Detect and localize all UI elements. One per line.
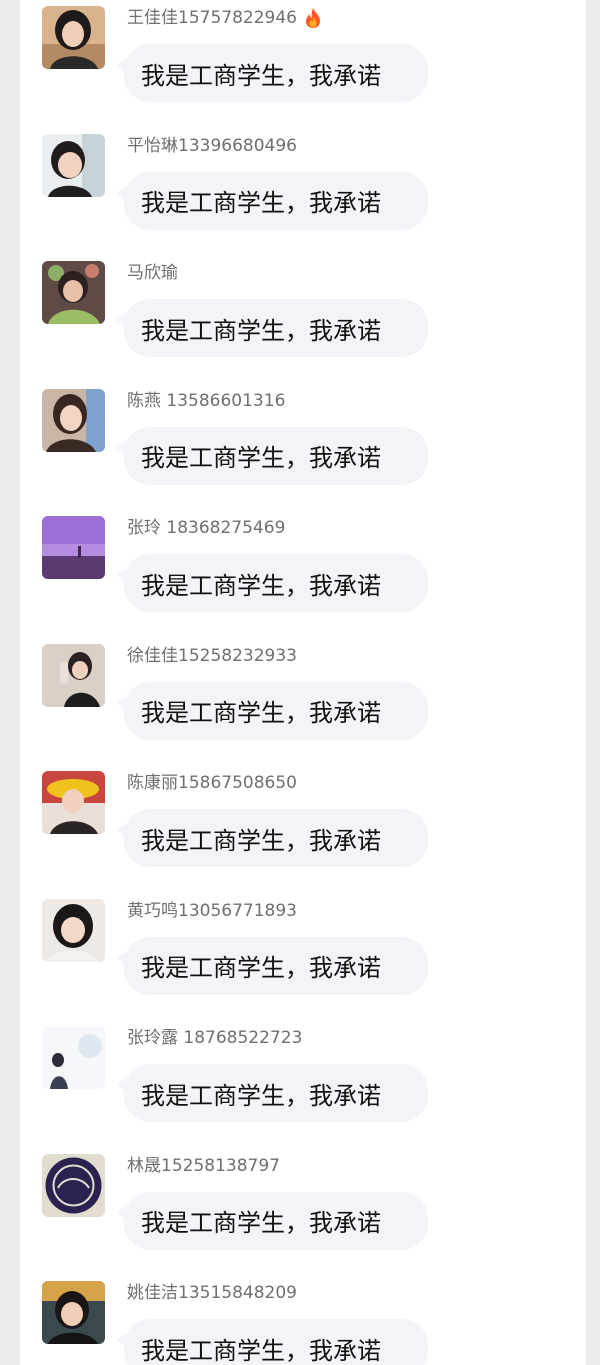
message-bubble[interactable]: 我是工商学生，我承诺 <box>117 681 428 740</box>
message-row: 马欣瑜 我是工商学生，我承诺 <box>20 255 586 383</box>
message-bubble[interactable]: 我是工商学生，我承诺 <box>117 426 428 485</box>
avatar[interactable] <box>42 1281 105 1344</box>
chat-panel: 王佳佳15757822946 我是工商学生，我承诺 平怡琳13396680496… <box>20 0 586 1365</box>
avatar-photo-icon <box>42 261 105 324</box>
sender-name: 林晟15258138797 <box>127 1155 280 1177</box>
message-row: 姚佳洁13515848209 我是工商学生，我承诺 <box>20 1275 586 1365</box>
avatar-photo-icon <box>42 643 105 707</box>
avatar[interactable] <box>42 771 105 834</box>
sender-name: 姚佳洁13515848209 <box>127 1282 297 1304</box>
message-row: 张玲 18368275469 我是工商学生，我承诺 <box>20 510 586 638</box>
avatar-photo-icon <box>42 898 105 962</box>
sender-name: 黄巧鸣13056771893 <box>127 900 297 922</box>
avatar-photo-icon <box>42 771 105 834</box>
avatar-photo-icon <box>42 6 105 69</box>
sender-name-text: 徐佳佳15258232933 <box>127 645 297 666</box>
avatar[interactable] <box>42 6 105 69</box>
avatar-photo-icon <box>42 388 105 452</box>
avatar-photo-icon <box>42 1281 105 1344</box>
message-row: 黄巧鸣13056771893 我是工商学生，我承诺 <box>20 893 586 1021</box>
sender-name: 平怡琳13396680496 <box>127 135 297 157</box>
sender-name: 陈燕 13586601316 <box>127 390 285 412</box>
avatar-photo-icon <box>42 516 105 579</box>
sender-name-text: 马欣瑜 <box>127 263 178 283</box>
sender-name-text: 张玲露 18768522723 <box>127 1028 303 1048</box>
fire-icon <box>303 7 323 29</box>
sender-name: 张玲 18368275469 <box>127 517 285 539</box>
message-list[interactable]: 王佳佳15757822946 我是工商学生，我承诺 平怡琳13396680496… <box>20 0 586 1365</box>
sender-name-text: 陈康丽15867508650 <box>127 773 297 793</box>
avatar-photo-icon <box>42 1153 105 1217</box>
avatar[interactable] <box>42 1026 105 1089</box>
avatar[interactable] <box>42 643 105 707</box>
sender-name: 王佳佳15757822946 <box>127 7 323 29</box>
sender-name: 陈康丽15867508650 <box>127 772 297 794</box>
sender-name-text: 张玲 18368275469 <box>127 518 286 538</box>
message-bubble[interactable]: 我是工商学生，我承诺 <box>117 171 428 230</box>
avatar[interactable] <box>42 133 105 197</box>
avatar-photo-icon <box>42 133 105 197</box>
sender-name: 张玲露 18768522723 <box>127 1027 302 1049</box>
sender-name-text: 平怡琳13396680496 <box>127 135 297 156</box>
avatar-photo-icon <box>42 1026 105 1089</box>
message-bubble[interactable]: 我是工商学生，我承诺 <box>117 1064 428 1122</box>
avatar[interactable] <box>42 516 105 579</box>
message-bubble[interactable]: 我是工商学生，我承诺 <box>117 936 428 995</box>
message-row: 平怡琳13396680496 我是工商学生，我承诺 <box>20 128 586 256</box>
sender-name-text: 陈燕 13586601316 <box>127 390 286 411</box>
message-row: 林晟15258138797 我是工商学生，我承诺 <box>20 1148 586 1276</box>
sender-name: 马欣瑜 <box>127 262 178 284</box>
message-row: 陈康丽15867508650 我是工商学生，我承诺 <box>20 765 586 893</box>
message-row: 陈燕 13586601316 我是工商学生，我承诺 <box>20 383 586 511</box>
sender-name: 徐佳佳15258232933 <box>127 645 297 667</box>
sender-name-text: 林晟15258138797 <box>127 1155 280 1176</box>
message-bubble[interactable]: 我是工商学生，我承诺 <box>117 554 428 612</box>
avatar[interactable] <box>42 1153 105 1217</box>
message-row: 张玲露 18768522723 我是工商学生，我承诺 <box>20 1020 586 1148</box>
avatar[interactable] <box>42 388 105 452</box>
sender-name-text: 王佳佳15757822946 <box>127 8 297 28</box>
message-bubble[interactable]: 我是工商学生，我承诺 <box>117 809 428 867</box>
message-bubble[interactable]: 我是工商学生，我承诺 <box>117 1319 428 1365</box>
message-row: 徐佳佳15258232933 我是工商学生，我承诺 <box>20 638 586 766</box>
avatar[interactable] <box>42 898 105 962</box>
message-row: 王佳佳15757822946 我是工商学生，我承诺 <box>20 0 586 128</box>
message-bubble[interactable]: 我是工商学生，我承诺 <box>117 44 428 102</box>
message-bubble[interactable]: 我是工商学生，我承诺 <box>117 1191 428 1250</box>
avatar[interactable] <box>42 261 105 324</box>
message-bubble[interactable]: 我是工商学生，我承诺 <box>117 299 428 357</box>
sender-name-text: 黄巧鸣13056771893 <box>127 900 297 921</box>
sender-name-text: 姚佳洁13515848209 <box>127 1283 297 1303</box>
